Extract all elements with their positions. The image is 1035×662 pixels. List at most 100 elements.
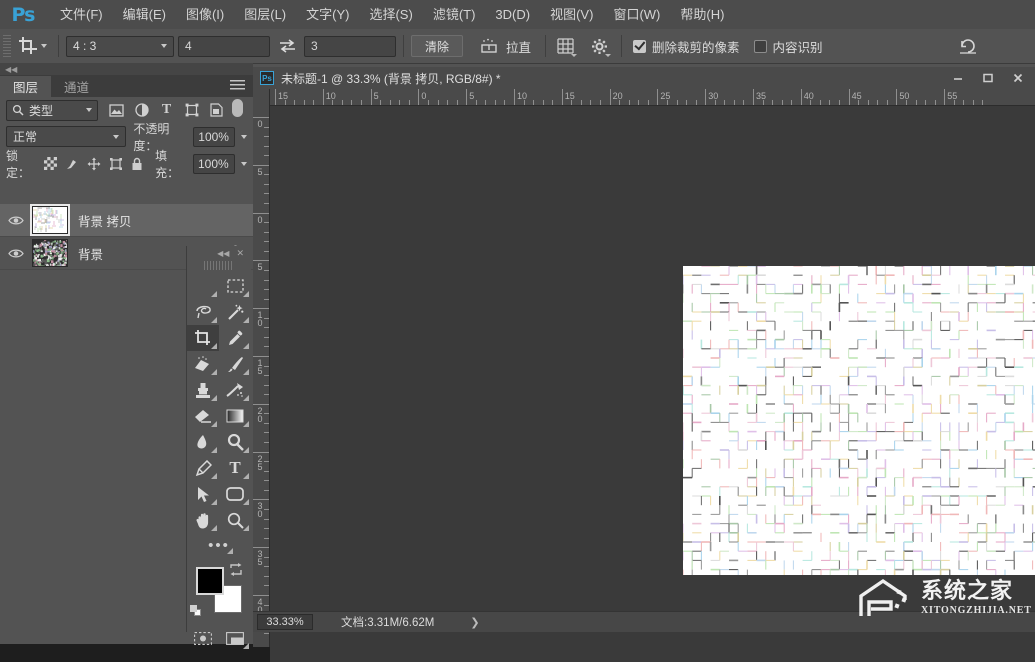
- layer-thumbnail[interactable]: [32, 239, 68, 267]
- options-bar-grip[interactable]: [3, 35, 11, 57]
- chevron-down-icon[interactable]: [241, 162, 247, 166]
- layer-thumbnail[interactable]: [32, 206, 68, 234]
- menu-view[interactable]: 视图(V): [540, 3, 603, 27]
- document-window: Ps 未标题-1 @ 33.3% (背景 拷贝, RGB/8#) * 15105…: [253, 67, 1035, 632]
- menu-file[interactable]: 文件(F): [50, 3, 113, 27]
- menu-layer[interactable]: 图层(L): [234, 3, 296, 27]
- clear-button[interactable]: 清除: [411, 35, 463, 57]
- table-row[interactable]: 背景 拷贝: [0, 204, 253, 237]
- edit-toolbar-ellipsis-icon[interactable]: •••: [187, 533, 251, 557]
- swap-colors-icon[interactable]: [229, 563, 243, 579]
- ruler-label: 30: [708, 91, 718, 101]
- menu-3d[interactable]: 3D(D): [485, 3, 540, 27]
- clone-stamp-tool[interactable]: [187, 377, 219, 403]
- filter-toggle-icon[interactable]: [231, 99, 244, 121]
- lock-position-icon[interactable]: [83, 154, 105, 174]
- crop-tool[interactable]: [187, 325, 219, 351]
- chevron-right-icon[interactable]: ❯: [470, 616, 479, 629]
- ruler-label: 35: [756, 91, 766, 101]
- layer-kind-select[interactable]: 类型: [6, 100, 98, 121]
- artboard[interactable]: [683, 266, 1035, 575]
- foreground-color-swatch[interactable]: [196, 567, 224, 595]
- crop-width-input[interactable]: [178, 36, 270, 57]
- chevron-down-icon[interactable]: [241, 135, 247, 139]
- blend-mode-select[interactable]: 正常: [6, 126, 126, 147]
- menu-image[interactable]: 图像(I): [176, 3, 234, 27]
- crop-tool-preset-picker[interactable]: [15, 32, 51, 60]
- tools-panel-footer: [187, 625, 251, 651]
- ruler-label: 2 5: [255, 455, 265, 471]
- type-filter-icon[interactable]: T: [154, 99, 179, 121]
- chevron-down-icon: [113, 135, 119, 139]
- layer-visibility-eye-icon[interactable]: [0, 204, 32, 236]
- rounded-rectangle-tool[interactable]: [219, 481, 251, 507]
- maximize-icon[interactable]: [973, 68, 1003, 88]
- image-filter-icon[interactable]: [104, 99, 129, 121]
- lock-image-icon[interactable]: [62, 154, 84, 174]
- healing-brush-tool[interactable]: [187, 351, 219, 377]
- opacity-value[interactable]: 100%: [193, 127, 235, 147]
- adjustment-filter-icon[interactable]: [129, 99, 154, 121]
- blur-tool[interactable]: [187, 429, 219, 455]
- lock-all-icon[interactable]: [126, 154, 148, 174]
- grid-overlay-icon[interactable]: [553, 34, 577, 58]
- zoom-tool[interactable]: [219, 507, 251, 533]
- lock-row: 锁定：: [0, 150, 253, 177]
- brush-tool[interactable]: [219, 351, 251, 377]
- canvas-area[interactable]: [270, 106, 1035, 662]
- vertical-ruler[interactable]: 05051 01 52 02 53 03 54 0: [253, 105, 270, 647]
- gradient-tool[interactable]: [219, 403, 251, 429]
- lasso-tool[interactable]: [187, 299, 219, 325]
- swap-arrows-icon[interactable]: [276, 35, 298, 57]
- maze-artwork: [683, 266, 1035, 575]
- aspect-ratio-select[interactable]: 4 : 3: [66, 36, 174, 57]
- zoom-level-field[interactable]: 33.33%: [257, 614, 313, 630]
- lock-transparent-icon[interactable]: [40, 154, 62, 174]
- fill-value[interactable]: 100%: [193, 154, 235, 174]
- quick-mask-icon[interactable]: [187, 625, 219, 651]
- path-selection-tool[interactable]: [187, 481, 219, 507]
- layer-visibility-eye-icon[interactable]: [0, 237, 32, 269]
- smartobject-filter-icon[interactable]: [204, 99, 229, 121]
- minimize-icon[interactable]: [943, 68, 973, 88]
- ruler-corner: [253, 89, 270, 105]
- ruler-label: 3 5: [255, 550, 265, 566]
- close-icon[interactable]: ✕: [236, 248, 244, 259]
- chevron-down-icon: [41, 44, 47, 48]
- screen-mode-icon[interactable]: [219, 625, 251, 651]
- eyedropper-tool[interactable]: [219, 325, 251, 351]
- panel-menu-icon[interactable]: [230, 80, 245, 91]
- gear-icon[interactable]: [587, 34, 611, 58]
- eraser-tool[interactable]: [187, 403, 219, 429]
- default-colors-icon[interactable]: [190, 605, 202, 617]
- shape-filter-icon[interactable]: [179, 99, 204, 121]
- lock-artboard-icon[interactable]: [105, 154, 127, 174]
- document-title-bar[interactable]: Ps 未标题-1 @ 33.3% (背景 拷贝, RGB/8#) *: [253, 67, 1035, 90]
- content-aware-checkbox[interactable]: 内容识别: [754, 37, 823, 56]
- tab-layers[interactable]: 图层: [0, 76, 51, 97]
- double-chevron-left-icon[interactable]: ◀◀: [217, 249, 229, 258]
- type-tool[interactable]: T: [219, 455, 251, 481]
- horizontal-ruler[interactable]: 151050510152025303540455055: [253, 89, 1035, 106]
- menu-window[interactable]: 窗口(W): [603, 3, 670, 27]
- panel-collapse-button[interactable]: ◀◀: [0, 63, 253, 75]
- tab-channels[interactable]: 通道: [51, 76, 102, 97]
- magic-wand-tool[interactable]: [219, 299, 251, 325]
- move-tool[interactable]: [187, 273, 219, 299]
- delete-cropped-pixels-checkbox[interactable]: 删除裁剪的像素: [633, 37, 740, 56]
- history-brush-tool[interactable]: [219, 377, 251, 403]
- hand-tool[interactable]: [187, 507, 219, 533]
- menu-filter[interactable]: 滤镜(T): [423, 3, 486, 27]
- menu-type[interactable]: 文字(Y): [296, 3, 359, 27]
- crop-height-input[interactable]: [304, 36, 396, 57]
- menu-select[interactable]: 选择(S): [359, 3, 422, 27]
- pen-tool[interactable]: [187, 455, 219, 481]
- menu-edit[interactable]: 编辑(E): [113, 3, 176, 27]
- rectangular-marquee-tool[interactable]: [219, 273, 251, 299]
- close-icon[interactable]: [1003, 68, 1033, 88]
- straighten-icon[interactable]: [477, 34, 501, 58]
- menu-help[interactable]: 帮助(H): [670, 3, 734, 27]
- tools-panel-grip[interactable]: [204, 261, 234, 270]
- reset-undo-icon[interactable]: [956, 34, 980, 58]
- dodge-tool[interactable]: [219, 429, 251, 455]
